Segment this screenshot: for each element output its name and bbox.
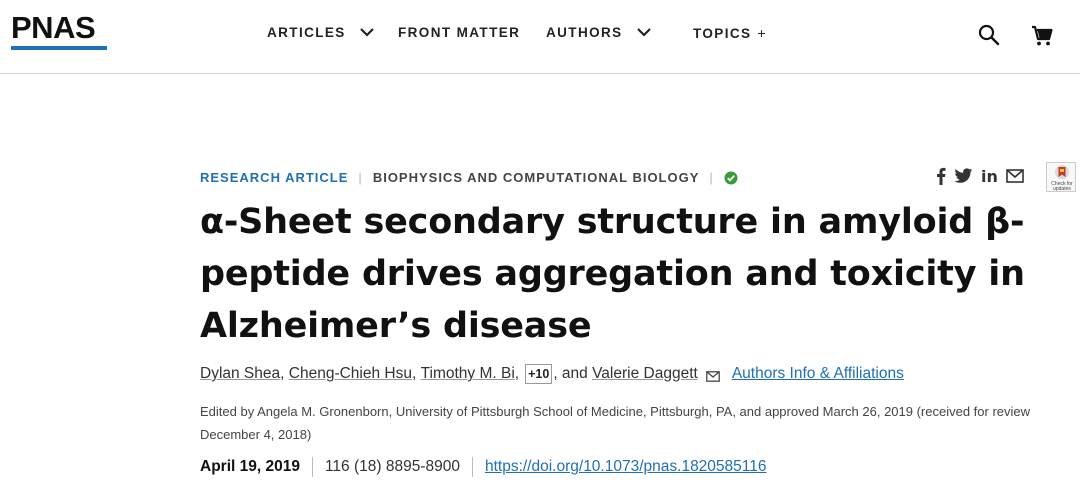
nav-topics-label: TOPICS [693, 25, 752, 41]
author-link[interactable]: Dylan Shea [200, 365, 280, 383]
nav-articles-label: ARTICLES [267, 25, 346, 40]
plus-icon: + [757, 25, 766, 41]
author-link[interactable]: Cheng-Chieh Hsu [289, 365, 412, 383]
check-for-updates-label: Check for updates [1051, 181, 1073, 192]
nav-front-matter[interactable]: FRONT MATTER [398, 25, 520, 40]
share-bar: in [936, 166, 1032, 186]
author-and-text: , and [553, 365, 588, 382]
chevron-down-icon [636, 25, 651, 40]
edited-by-text: Edited by Angela M. Gronenborn, Universi… [200, 404, 1031, 442]
nav-topics[interactable]: TOPICS + [693, 25, 766, 41]
bookmark-icon [1055, 165, 1069, 179]
nav-authors[interactable]: AUTHORS [546, 25, 651, 40]
doi-link[interactable]: https://doi.org/10.1073/pnas.1820585116 [485, 458, 767, 476]
chevron-down-icon [359, 25, 374, 40]
pnas-logo[interactable]: PNAS [11, 10, 107, 50]
article-title: α-Sheet secondary structure in amyloid β… [200, 202, 1025, 346]
cart-icon[interactable] [1030, 24, 1054, 48]
author-list: Dylan Shea, Cheng-Chieh Hsu, Timothy M. … [200, 364, 904, 384]
meta-separator: | [709, 170, 714, 185]
email-icon[interactable] [705, 369, 720, 382]
linkedin-icon[interactable]: in [981, 166, 998, 186]
facebook-icon[interactable] [936, 166, 946, 186]
email-icon[interactable] [1006, 166, 1024, 186]
authors-info-affiliations-link[interactable]: Authors Info & Affiliations [732, 365, 904, 383]
author-link[interactable]: Timothy M. Bi [421, 365, 515, 383]
twitter-icon[interactable] [954, 166, 973, 186]
logo-text: PNAS [11, 10, 96, 45]
divider [471, 457, 473, 477]
top-navigation-bar: PNAS ARTICLES FRONT MATTER AUTHORS TOPIC… [0, 0, 1080, 74]
author-link[interactable]: Valerie Daggett [592, 365, 698, 383]
article-type-label[interactable]: RESEARCH ARTICLE [200, 170, 348, 185]
meta-separator: | [358, 170, 363, 185]
subject-label[interactable]: BIOPHYSICS AND COMPUTATIONAL BIOLOGY [373, 170, 700, 185]
logo-underline [11, 46, 107, 50]
author-separator: , [280, 365, 285, 382]
check-circle-icon [724, 171, 738, 185]
nav-authors-label: AUTHORS [546, 25, 623, 40]
search-icon[interactable] [977, 23, 1001, 47]
nav-front-matter-label: FRONT MATTER [398, 25, 521, 40]
author-separator: , [411, 365, 417, 382]
author-separator: , [514, 365, 520, 382]
article-meta-row: RESEARCH ARTICLE | BIOPHYSICS AND COMPUT… [200, 170, 738, 185]
publication-info-row: April 19, 2019 116 (18) 8895-8900 https:… [200, 457, 767, 477]
publication-date: April 19, 2019 [200, 458, 300, 475]
expand-authors-button[interactable]: +10 [525, 364, 553, 384]
nav-articles[interactable]: ARTICLES [267, 25, 374, 40]
divider [311, 457, 313, 477]
check-for-updates-badge[interactable]: Check for updates [1046, 162, 1076, 192]
citation-volume-pages: 116 (18) 8895-8900 [324, 458, 460, 475]
